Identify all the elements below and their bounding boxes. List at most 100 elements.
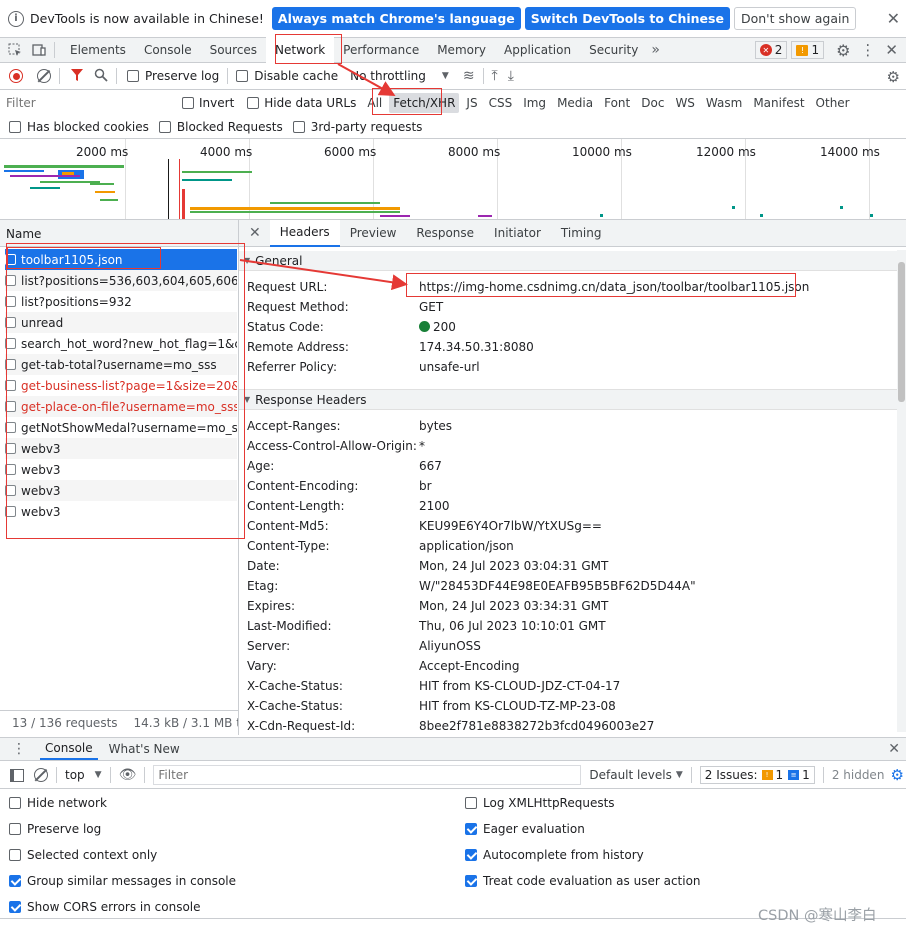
type-filter-all[interactable]: All (363, 93, 386, 113)
network-settings-icon[interactable]: ⚙ (887, 68, 900, 86)
clear-icon[interactable] (37, 69, 51, 83)
log-levels-select[interactable]: Default levels (589, 768, 671, 782)
console-setting-log-xmlhttprequests[interactable]: Log XMLHttpRequests (465, 796, 615, 810)
type-filter-manifest[interactable]: Manifest (749, 93, 808, 113)
setting-checkbox[interactable] (9, 849, 21, 861)
tab-application[interactable]: Application (495, 36, 580, 64)
console-setting-autocomplete-from-history[interactable]: Autocomplete from history (465, 848, 644, 862)
disable-cache-checkbox[interactable] (236, 70, 249, 82)
request-row[interactable]: unread (5, 312, 237, 333)
dont-show-again-button[interactable]: Don't show again (733, 7, 857, 30)
context-select[interactable]: top (65, 768, 85, 782)
clear-console-icon[interactable] (34, 768, 48, 782)
more-options-icon[interactable]: ⋮ (860, 41, 875, 59)
detail-tab-initiator[interactable]: Initiator (484, 220, 551, 247)
general-section-header[interactable]: ▼ General (239, 251, 897, 271)
timeline-overview[interactable]: 2000 ms 4000 ms 6000 ms 8000 ms 10000 ms 1200… (0, 139, 906, 220)
search-icon[interactable] (94, 68, 108, 85)
filter-input[interactable] (6, 92, 168, 113)
drawer-menu-icon[interactable]: ⋮ (12, 741, 26, 757)
request-row[interactable]: webv3 (5, 501, 237, 522)
setting-checkbox[interactable] (465, 797, 477, 809)
blocked-requests-checkbox[interactable] (158, 120, 171, 133)
close-detail-icon[interactable]: ✕ (249, 225, 261, 241)
request-row[interactable]: list?positions=536,603,604,605,606,607 (5, 270, 237, 291)
record-icon[interactable] (9, 69, 23, 83)
detail-tab-timing[interactable]: Timing (551, 220, 612, 247)
setting-checkbox[interactable] (465, 849, 477, 861)
more-tabs-icon[interactable]: » (651, 42, 660, 58)
issues-button[interactable]: 2 Issues: ! 1 ≡ 1 (699, 766, 815, 784)
has-blocked-cookies-checkbox[interactable] (9, 120, 21, 133)
setting-checkbox[interactable] (9, 875, 21, 887)
close-drawer-icon[interactable]: ✕ (888, 741, 900, 757)
match-language-button[interactable]: Always match Chrome's language (271, 7, 521, 30)
request-row[interactable]: toolbar1105.json (5, 249, 237, 270)
levels-dropdown-icon[interactable]: ▼ (676, 770, 683, 780)
switch-chinese-button[interactable]: Switch DevTools to Chinese (524, 7, 730, 30)
console-setting-hide-network[interactable]: Hide network (9, 796, 107, 810)
type-filter-js[interactable]: JS (462, 93, 481, 113)
request-row[interactable]: webv3 (5, 459, 237, 480)
export-har-icon[interactable]: ⤓ (508, 68, 514, 84)
setting-checkbox[interactable] (9, 901, 21, 913)
close-devtools-icon[interactable]: ✕ (885, 41, 898, 59)
error-count-badge[interactable]: ✕ 2 (754, 41, 788, 59)
console-setting-selected-context-only[interactable]: Selected context only (9, 848, 157, 862)
tab-sources[interactable]: Sources (201, 36, 266, 64)
device-toolbar-icon[interactable] (30, 41, 48, 59)
drawer-tab-whats-new[interactable]: What's New (104, 742, 185, 756)
import-har-icon[interactable]: ⤒ (492, 68, 498, 84)
inspect-element-icon[interactable] (6, 41, 24, 59)
type-filter-media[interactable]: Media (553, 93, 597, 113)
request-row[interactable]: search_hot_word?new_hot_flag=1&c... (5, 333, 237, 354)
type-filter-other[interactable]: Other (812, 93, 854, 113)
tab-memory[interactable]: Memory (428, 36, 495, 64)
context-dropdown-icon[interactable]: ▼ (95, 770, 102, 780)
settings-gear-icon[interactable]: ⚙ (836, 41, 850, 60)
setting-checkbox[interactable] (9, 823, 21, 835)
warning-count-badge[interactable]: ! 1 (791, 41, 825, 59)
request-row[interactable]: webv3 (5, 480, 237, 501)
console-setting-group-similar-messages-in-console[interactable]: Group similar messages in console (9, 874, 236, 888)
console-setting-eager-evaluation[interactable]: Eager evaluation (465, 822, 585, 836)
console-settings-gear-icon[interactable]: ⚙ (890, 766, 903, 784)
tab-network[interactable]: Network (266, 36, 335, 64)
console-setting-show-cors-errors-in-console[interactable]: Show CORS errors in console (9, 900, 201, 914)
tab-console[interactable]: Console (135, 36, 201, 64)
tab-security[interactable]: Security (580, 36, 647, 64)
hide-data-urls-checkbox[interactable] (247, 96, 260, 109)
type-filter-wasm[interactable]: Wasm (702, 93, 746, 113)
tab-elements[interactable]: Elements (61, 36, 135, 64)
tab-performance[interactable]: Performance (334, 36, 428, 64)
console-setting-preserve-log[interactable]: Preserve log (9, 822, 101, 836)
setting-checkbox[interactable] (9, 797, 21, 809)
type-filter-css[interactable]: CSS (485, 93, 517, 113)
filter-funnel-icon[interactable] (70, 68, 84, 85)
third-party-checkbox[interactable] (292, 120, 305, 133)
header-value[interactable]: https://img-home.csdnimg.cn/data_json/to… (419, 280, 809, 294)
request-row[interactable]: get-place-on-file?username=mo_sss (5, 396, 237, 417)
type-filter-fetchxhr[interactable]: Fetch/XHR (389, 92, 460, 113)
sidebar-toggle-icon[interactable] (10, 768, 24, 782)
dropdown-arrow-icon[interactable]: ▼ (442, 71, 449, 81)
setting-checkbox[interactable] (465, 875, 477, 887)
response-headers-section-header[interactable]: ▼ Response Headers (239, 389, 897, 410)
wifi-conditions-icon[interactable]: ≋ (463, 68, 475, 84)
type-filter-font[interactable]: Font (600, 93, 634, 113)
close-infobar-icon[interactable]: ✕ (887, 9, 900, 28)
drawer-tab-console[interactable]: Console (40, 738, 98, 760)
detail-tab-preview[interactable]: Preview (340, 220, 407, 247)
detail-scrollbar[interactable] (897, 250, 906, 732)
preserve-log-checkbox[interactable] (127, 70, 139, 82)
detail-tab-headers[interactable]: Headers (269, 219, 340, 247)
request-row[interactable]: getNotShowMedal?username=mo_sss (5, 417, 237, 438)
setting-checkbox[interactable] (465, 823, 477, 835)
type-filter-ws[interactable]: WS (671, 93, 698, 113)
invert-checkbox[interactable] (182, 96, 194, 109)
request-row[interactable]: webv3 (5, 438, 237, 459)
console-setting-treat-code-evaluation-as-user-action[interactable]: Treat code evaluation as user action (465, 874, 701, 888)
request-row[interactable]: get-business-list?page=1&size=20&... (5, 375, 237, 396)
detail-tab-response[interactable]: Response (406, 220, 484, 247)
type-filter-doc[interactable]: Doc (637, 93, 668, 113)
